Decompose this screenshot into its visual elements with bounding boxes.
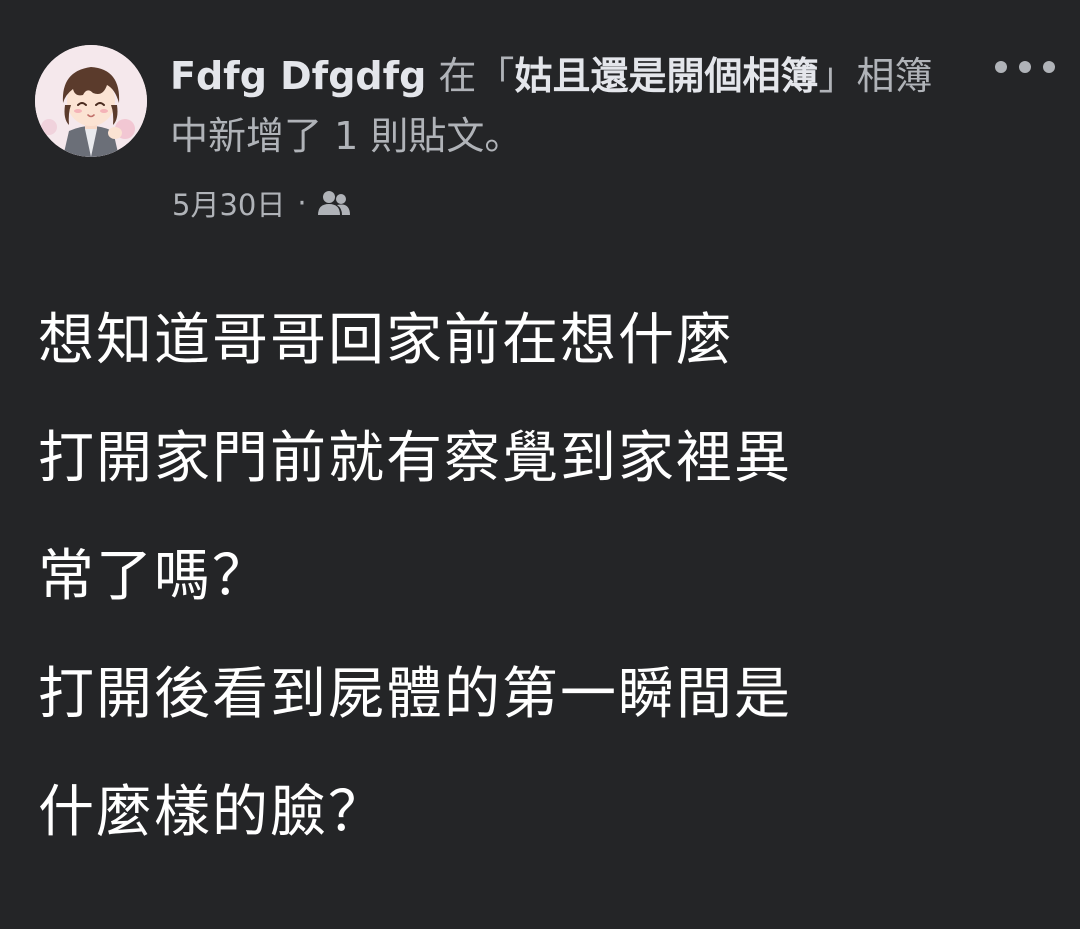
meta-separator: · — [297, 186, 307, 220]
album-name-link[interactable]: 姑且還是開個相簿 — [514, 54, 818, 98]
author-name-link[interactable]: Fdfg Dfgdfg — [170, 54, 426, 98]
post-body: 想知道哥哥回家前在想什麼 打開家門前就有察覺到家裡異 常了嗎？ 打開後看到屍體的… — [38, 282, 1048, 872]
action-prefix-text: 在「 — [426, 54, 515, 98]
more-dots-icon — [995, 61, 1055, 73]
post-body-line: 想知道哥哥回家前在想什麼 — [38, 308, 734, 373]
post-body-line: 什麼樣的臉？ — [38, 780, 386, 845]
post-body-line: 打開家門前就有察覺到家裡異 — [38, 426, 792, 491]
post-header: Fdfg Dfgdfg 在「姑且還是開個相簿」相簿中新增了 1 則貼文。 — [170, 46, 960, 166]
more-options-button[interactable] — [990, 50, 1060, 84]
post-body-line: 打開後看到屍體的第一瞬間是 — [38, 662, 792, 727]
post-meta: 5月30日 · — [172, 183, 351, 223]
avatar-illustration — [35, 45, 147, 157]
post-date-link[interactable]: 5月30日 — [172, 182, 285, 224]
privacy-selector[interactable] — [317, 189, 351, 217]
post-body-line: 常了嗎？ — [38, 544, 270, 609]
author-avatar[interactable] — [35, 45, 147, 157]
friends-icon — [317, 191, 350, 215]
